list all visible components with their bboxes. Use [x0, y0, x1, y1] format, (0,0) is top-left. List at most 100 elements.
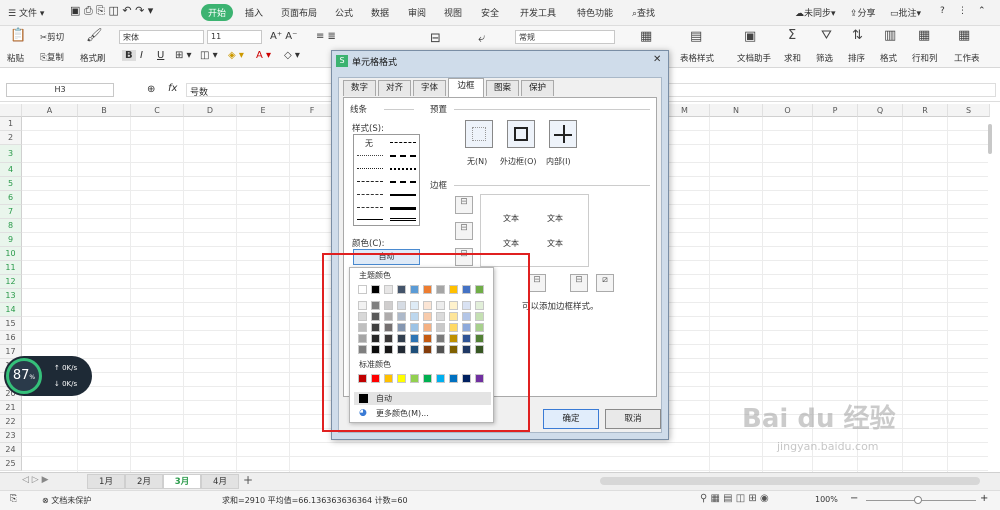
- doc-helper-icon[interactable]: ▣: [744, 29, 756, 44]
- table-style-icon[interactable]: ▤: [690, 29, 702, 44]
- format-button[interactable]: 格式: [880, 52, 897, 64]
- tab-special[interactable]: 特色功能: [577, 6, 613, 19]
- row-header[interactable]: 8: [0, 219, 22, 233]
- font-grow-icon[interactable]: A⁺ A⁻: [270, 31, 297, 42]
- format-icon[interactable]: ▥: [884, 28, 896, 43]
- col-header[interactable]: S: [948, 104, 990, 117]
- row-header[interactable]: 6: [0, 191, 22, 205]
- format-painter-icon[interactable]: 🖌: [86, 28, 103, 43]
- view-mode-icons[interactable]: ⚲ ▦ ▤ ◫ ⊞ ◉: [700, 493, 769, 504]
- border-right-button[interactable]: ⊟: [570, 274, 588, 292]
- row-header[interactable]: 1: [0, 117, 22, 131]
- zoom-slider-thumb[interactable]: [914, 496, 922, 504]
- sheet-nav-icons[interactable]: ◁ ▷ ▶: [22, 475, 49, 485]
- border-left-button[interactable]: ⊟: [528, 274, 546, 292]
- collapse-icon[interactable]: ⌃: [978, 6, 986, 16]
- merge-icon[interactable]: ⊟: [430, 31, 441, 46]
- border-diagonal-button[interactable]: ⧄: [596, 274, 614, 292]
- col-header[interactable]: B: [78, 104, 131, 117]
- row-header[interactable]: 15: [0, 317, 22, 331]
- row-header[interactable]: 24: [0, 443, 22, 457]
- fx-icon[interactable]: fx: [168, 83, 177, 94]
- row-header[interactable]: 21: [0, 401, 22, 415]
- tab-start[interactable]: 开始: [201, 4, 234, 21]
- tab-align[interactable]: 对齐: [378, 80, 411, 96]
- underline-button[interactable]: U: [157, 50, 164, 61]
- tab-view[interactable]: 视图: [444, 6, 462, 19]
- share-button[interactable]: ⇪分享: [850, 6, 876, 19]
- bold-button[interactable]: B: [122, 50, 136, 61]
- cut-button[interactable]: ✂剪切: [40, 31, 64, 43]
- macro-icon[interactable]: ⎘: [10, 494, 17, 504]
- row-header[interactable]: 5: [0, 177, 22, 191]
- line-style[interactable]: [390, 218, 416, 221]
- line-style[interactable]: [390, 168, 416, 170]
- sheet-tab[interactable]: 2月: [125, 474, 163, 489]
- tab-page-layout[interactable]: 页面布局: [281, 6, 317, 19]
- italic-button[interactable]: I: [140, 50, 143, 61]
- eraser-icon[interactable]: ◇ ▾: [284, 50, 300, 61]
- name-box[interactable]: H3: [6, 83, 114, 97]
- col-header[interactable]: F: [290, 104, 335, 117]
- vertical-scrollbar[interactable]: [988, 124, 992, 154]
- tab-developer[interactable]: 开发工具: [520, 6, 556, 19]
- ok-button[interactable]: 确定: [543, 409, 599, 429]
- sort-icon[interactable]: ⇅: [852, 28, 863, 43]
- toolbar-quick-icons[interactable]: ▣ ⎙ ⎘ ◫ ↶ ↷ ▾: [70, 4, 153, 18]
- file-menu[interactable]: ☰ 文件 ▾: [8, 6, 44, 19]
- line-style[interactable]: [390, 181, 416, 183]
- row-header[interactable]: 9: [0, 233, 22, 247]
- preset-none-button[interactable]: [465, 120, 493, 148]
- sheet-tab[interactable]: 4月: [201, 474, 239, 489]
- filter-icon[interactable]: ⛛: [821, 28, 832, 43]
- sheet-tab[interactable]: 1月: [87, 474, 125, 489]
- row-header[interactable]: 10: [0, 247, 22, 261]
- row-header[interactable]: 23: [0, 429, 22, 443]
- border-middle-button[interactable]: ⊟: [455, 222, 473, 240]
- row-header[interactable]: 12: [0, 275, 22, 289]
- add-sheet-icon[interactable]: +: [243, 473, 253, 487]
- col-header[interactable]: R: [903, 104, 948, 117]
- line-style-selected[interactable]: [357, 219, 383, 220]
- doc-helper-button[interactable]: 文档助手: [737, 52, 771, 64]
- fill-color-icon[interactable]: ◈ ▾: [228, 50, 244, 61]
- tab-protect[interactable]: 保护: [521, 80, 554, 96]
- sheet-icon[interactable]: ▦: [958, 28, 970, 43]
- sum-icon[interactable]: Σ: [788, 28, 796, 43]
- help-icon[interactable]: ?: [940, 6, 945, 16]
- rowcol-button[interactable]: 行和列: [912, 52, 938, 64]
- speed-widget[interactable]: 87% ↑ 0K/s ↓ 0K/s: [4, 356, 92, 396]
- sum-button[interactable]: 求和: [784, 52, 801, 64]
- col-header[interactable]: O: [763, 104, 813, 117]
- tab-review[interactable]: 审阅: [408, 6, 426, 19]
- zoom-formula-icon[interactable]: ⊕: [147, 84, 155, 95]
- line-style[interactable]: [390, 207, 416, 210]
- wrap-icon[interactable]: ⤶: [478, 31, 485, 46]
- row-header[interactable]: 3: [0, 145, 22, 163]
- zoom-out-icon[interactable]: −: [850, 493, 858, 504]
- copy-button[interactable]: ⎘复制: [40, 51, 64, 63]
- search-button[interactable]: ⌕查找: [632, 6, 655, 19]
- cancel-button[interactable]: 取消: [605, 409, 661, 429]
- tab-number[interactable]: 数字: [343, 80, 376, 96]
- more-icon[interactable]: ⋮: [958, 6, 967, 16]
- preset-outline-button[interactable]: [507, 120, 535, 148]
- align-icons[interactable]: ≡ ≣: [316, 31, 336, 42]
- col-header[interactable]: Q: [858, 104, 903, 117]
- sheet-tab-active[interactable]: 3月: [163, 474, 201, 489]
- corner-cell[interactable]: [0, 104, 22, 117]
- conditional-format-icon[interactable]: ▦: [640, 29, 652, 44]
- col-header[interactable]: A: [22, 104, 78, 117]
- number-format-select[interactable]: 常规: [515, 30, 615, 44]
- paste-icon[interactable]: 📋: [10, 28, 26, 43]
- paste-button[interactable]: 粘贴: [7, 52, 24, 64]
- close-icon[interactable]: ✕: [653, 54, 661, 65]
- format-painter-button[interactable]: 格式刷: [80, 52, 106, 64]
- border-icon[interactable]: ⊞ ▾: [175, 50, 192, 61]
- row-header[interactable]: 7: [0, 205, 22, 219]
- row-header[interactable]: 13: [0, 289, 22, 303]
- table-style-button[interactable]: 表格样式: [680, 52, 714, 64]
- col-header[interactable]: D: [184, 104, 237, 117]
- style-none[interactable]: 无: [365, 138, 373, 149]
- zoom-in-icon[interactable]: +: [980, 493, 988, 504]
